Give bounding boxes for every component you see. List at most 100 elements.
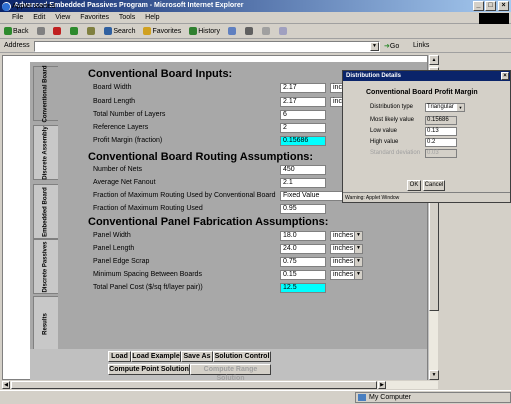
- forward-arrow-icon: [36, 27, 45, 36]
- routing-fraction-label: Fraction of Maximum Routing Used: [93, 205, 203, 212]
- menu-help[interactable]: Help: [145, 14, 159, 21]
- board-width-input[interactable]: 2.17: [280, 83, 326, 93]
- tab-discrete-assembly[interactable]: Discrete Assembly: [33, 125, 58, 180]
- print-button[interactable]: [244, 25, 254, 39]
- address-bar: Address ▼ ➜Go Links: [0, 40, 511, 53]
- panel-length-input[interactable]: 24.0: [280, 244, 326, 254]
- load-example-button[interactable]: Load Example: [131, 351, 181, 362]
- panel-edge-scrap-label: Panel Edge Scrap: [93, 258, 150, 265]
- panel-cost-input[interactable]: 12.5: [280, 283, 326, 293]
- search-button[interactable]: Search: [104, 25, 136, 39]
- scroll-up-icon[interactable]: ▲: [429, 55, 439, 65]
- home-button[interactable]: [87, 25, 96, 39]
- chevron-down-icon: ▼: [354, 232, 362, 240]
- scroll-down-icon[interactable]: ▼: [429, 370, 439, 380]
- low-value-input[interactable]: 0.13: [425, 127, 457, 136]
- average-net-fanout-label: Average Net Fanout: [93, 179, 156, 186]
- scroll-right-icon[interactable]: ▶: [378, 381, 386, 389]
- board-length-input[interactable]: 2.17: [280, 97, 326, 107]
- mail-icon: [227, 27, 236, 36]
- number-of-nets-input[interactable]: 450: [280, 165, 326, 175]
- address-input[interactable]: [34, 41, 380, 52]
- maximize-button[interactable]: □: [485, 1, 496, 11]
- compute-point-solution-button[interactable]: Compute Point Solution: [108, 364, 190, 375]
- tab-embedded-board[interactable]: Embedded Board: [33, 184, 58, 239]
- discuss-icon: [278, 27, 287, 36]
- panel-width-input[interactable]: 18.0: [280, 231, 326, 241]
- reference-layers-input[interactable]: 2: [280, 123, 326, 133]
- edit-button[interactable]: [261, 25, 271, 39]
- back-button[interactable]: Back: [4, 25, 29, 39]
- close-button[interactable]: ×: [498, 1, 509, 11]
- search-icon: [104, 27, 113, 36]
- tab-results[interactable]: Results: [33, 296, 58, 351]
- compute-range-solution-button[interactable]: Compute Range Solution: [190, 364, 271, 382]
- edit-icon: [261, 27, 270, 36]
- tab-conventional-board[interactable]: Conventional Board: [33, 65, 58, 122]
- total-layers-input[interactable]: 6: [280, 110, 326, 120]
- standard-deviation-label: Standard deviation: [370, 150, 421, 156]
- routing-fraction-input[interactable]: 0.95: [280, 204, 326, 214]
- page-status-icon: [2, 3, 10, 11]
- panel-length-unit-select[interactable]: inches ▼: [330, 244, 363, 254]
- print-icon: [244, 27, 253, 36]
- horizontal-scroll-thumb[interactable]: [11, 381, 377, 389]
- stop-button[interactable]: [53, 25, 62, 39]
- profit-margin-input[interactable]: 0.15686: [280, 136, 326, 146]
- routing-heading: Conventional Board Routing Assumptions:: [88, 151, 314, 163]
- toolbar: Back Search Favorites History: [0, 25, 511, 39]
- discuss-button[interactable]: [278, 25, 288, 39]
- number-of-nets-label: Number of Nets: [93, 166, 143, 173]
- minimum-spacing-unit-select[interactable]: inches ▼: [330, 270, 363, 280]
- menu-edit[interactable]: Edit: [33, 14, 45, 21]
- cancel-button[interactable]: Cancel: [423, 180, 445, 191]
- solution-control-button[interactable]: Solution Control: [213, 351, 271, 362]
- menu-tools[interactable]: Tools: [119, 14, 135, 21]
- routing-fraction-mode-select[interactable]: Fixed Value: [280, 191, 344, 201]
- address-label: Address: [4, 42, 30, 49]
- ok-button[interactable]: OK: [407, 180, 421, 191]
- go-button[interactable]: ➜Go: [384, 42, 399, 50]
- links-button[interactable]: Links: [413, 42, 429, 49]
- scroll-left-icon[interactable]: ◀: [2, 381, 10, 389]
- forward-button[interactable]: [36, 25, 46, 39]
- address-dropdown-button[interactable]: ▼: [370, 42, 379, 51]
- mail-button[interactable]: [227, 25, 237, 39]
- panel-width-unit-select[interactable]: inches ▼: [330, 231, 363, 241]
- minimize-button[interactable]: _: [473, 1, 484, 11]
- distribution-details-dialog: Distribution Details × Conventional Boar…: [342, 70, 511, 203]
- standard-deviation-input: 0.03: [425, 149, 457, 158]
- refresh-button[interactable]: [70, 25, 79, 39]
- status-text: Applet started: [12, 3, 56, 10]
- average-net-fanout-input[interactable]: 2.1: [280, 178, 326, 188]
- dialog-heading: Conventional Board Profit Margin: [366, 89, 478, 96]
- panel-cost-label: Total Panel Cost ($/sq ft/layer pair)): [93, 284, 203, 291]
- minimum-spacing-input[interactable]: 0.15: [280, 270, 326, 280]
- history-icon: [189, 27, 198, 36]
- tab-discrete-passives[interactable]: Discrete Passives: [33, 239, 58, 294]
- panel-edge-scrap-unit-select[interactable]: inches ▼: [330, 257, 363, 267]
- dialog-close-icon[interactable]: ×: [501, 72, 509, 80]
- distribution-type-select[interactable]: Triangular ▼: [425, 103, 465, 112]
- menu-view[interactable]: View: [55, 14, 70, 21]
- stop-icon: [53, 27, 62, 36]
- load-button[interactable]: Load: [108, 351, 131, 362]
- history-button[interactable]: History: [189, 25, 220, 39]
- high-value-label: High value: [370, 139, 399, 145]
- save-as-button[interactable]: Save As: [181, 351, 213, 362]
- low-value-label: Low value: [370, 128, 398, 134]
- panel-edge-scrap-input[interactable]: 0.75: [280, 257, 326, 267]
- board-width-label: Board Width: [93, 84, 132, 91]
- panel-heading: Conventional Panel Fabrication Assumptio…: [88, 216, 329, 228]
- applet-button-area: Load Load Example Save As Solution Contr…: [30, 349, 427, 382]
- total-layers-label: Total Number of Layers: [93, 111, 166, 118]
- chevron-down-icon: ▼: [457, 104, 464, 111]
- panel-length-label: Panel Length: [93, 245, 135, 252]
- board-length-label: Board Length: [93, 98, 136, 105]
- windows-logo-icon: [479, 13, 509, 24]
- high-value-input[interactable]: 0.2: [425, 138, 457, 147]
- chevron-down-icon: ▼: [354, 258, 362, 266]
- menu-favorites[interactable]: Favorites: [80, 14, 109, 21]
- menu-file[interactable]: File: [12, 14, 23, 21]
- favorites-button[interactable]: Favorites: [143, 25, 181, 39]
